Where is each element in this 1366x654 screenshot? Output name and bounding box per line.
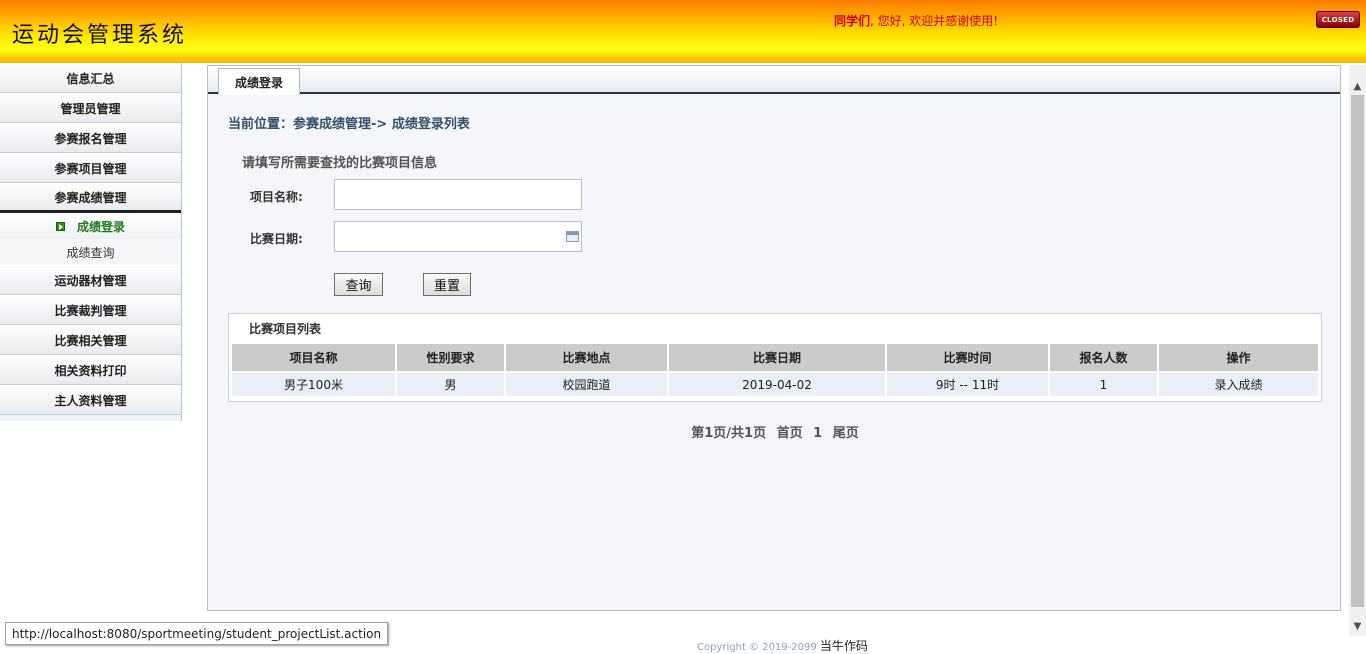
match-date-label: 比赛日期: [250, 232, 303, 246]
sidebar-item-admin[interactable]: 管理员管理 [0, 93, 181, 123]
match-date-input[interactable] [334, 221, 582, 252]
column-header: 比赛日期 [669, 344, 885, 371]
scroll-up-icon[interactable]: ▲ [1352, 81, 1363, 92]
main-panel: 成绩登录 当前位置：参赛成绩管理-> 成绩登录列表 请填写所需要查找的比赛项目信… [207, 65, 1341, 611]
column-header: 操作 [1159, 344, 1318, 371]
column-header: 性别要求 [397, 344, 504, 371]
scrollbar-thumb[interactable] [1351, 95, 1364, 607]
app-title: 运动会管理系统 [12, 23, 188, 48]
close-button[interactable]: CLOSED [1316, 11, 1360, 28]
sidebar-subitem-score-query[interactable]: 成绩查询 [0, 239, 181, 265]
project-name-input[interactable] [334, 179, 582, 210]
footer: Copyright © 2019-2099 当牛作码 [697, 637, 868, 654]
pagination: 第1页/共1页 首页 1 尾页 [208, 422, 1342, 441]
table-cell: 男 [397, 373, 504, 396]
sidebar-item-profile[interactable]: 主人资料管理 [0, 385, 181, 415]
table-header-row: 项目名称 性别要求 比赛地点 比赛日期 比赛时间 报名人数 操作 [232, 344, 1318, 371]
scroll-down-icon[interactable]: ▼ [1352, 621, 1363, 632]
column-header: 比赛地点 [506, 344, 667, 371]
tab-score-entry[interactable]: 成绩登录 [218, 68, 300, 95]
sidebar-item-registration[interactable]: 参赛报名管理 [0, 123, 181, 153]
project-table: 项目名称 性别要求 比赛地点 比赛日期 比赛时间 报名人数 操作 男子100米 … [230, 342, 1320, 398]
header-bar: 运动会管理系统 同学们, 您好, 欢迎并感谢使用! CLOSED [0, 0, 1366, 63]
list-title: 比赛项目列表 [249, 322, 322, 336]
project-name-label: 项目名称: [250, 190, 303, 204]
tab-bar: 成绩登录 [208, 66, 1340, 95]
table-cell: 校园跑道 [506, 373, 667, 396]
breadcrumb: 当前位置：参赛成绩管理-> 成绩登录列表 [228, 117, 470, 132]
calendar-icon[interactable] [566, 231, 579, 242]
column-header: 比赛时间 [887, 344, 1048, 371]
sidebar-item-related[interactable]: 比赛相关管理 [0, 325, 181, 355]
column-header: 报名人数 [1050, 344, 1157, 371]
table-cell: 男子100米 [232, 373, 395, 396]
sidebar-item-equipment[interactable]: 运动器材管理 [0, 265, 181, 295]
sidebar-item-referees[interactable]: 比赛裁判管理 [0, 295, 181, 325]
enter-score-link[interactable]: 录入成绩 [1159, 373, 1318, 396]
query-button[interactable]: 查询 [334, 273, 383, 296]
sidebar-item-projects[interactable]: 参赛项目管理 [0, 153, 181, 183]
page-info: 第1页/共1页 [691, 426, 767, 441]
project-list-panel: 比赛项目列表 项目名称 性别要求 比赛地点 比赛日期 比赛时间 报名人数 操作 … [228, 313, 1322, 402]
sidebar: 信息汇总 管理员管理 参赛报名管理 参赛项目管理 参赛成绩管理 成绩登录 成绩查… [0, 63, 182, 421]
first-page-link[interactable]: 首页 [777, 426, 803, 441]
welcome-text: , 您好, 欢迎并感谢使用! [870, 14, 999, 28]
form-title: 请填写所需要查找的比赛项目信息 [242, 156, 438, 171]
table-row: 男子100米 男 校园跑道 2019-04-02 9时 -- 11时 1 录入成… [232, 373, 1318, 396]
welcome-message: 同学们, 您好, 欢迎并感谢使用! [834, 12, 998, 29]
sidebar-subitem-score-entry[interactable]: 成绩登录 [0, 213, 181, 239]
sidebar-item-scores[interactable]: 参赛成绩管理 [0, 183, 181, 213]
page-number-link[interactable]: 1 [813, 426, 822, 441]
sidebar-subitem-label: 成绩登录 [76, 219, 125, 234]
arrow-right-icon [55, 221, 65, 231]
author-name: 当牛作码 [819, 639, 868, 653]
table-cell: 9时 -- 11时 [887, 373, 1048, 396]
welcome-user: 同学们 [834, 14, 871, 28]
last-page-link[interactable]: 尾页 [833, 426, 859, 441]
table-cell: 1 [1050, 373, 1157, 396]
sidebar-item-print[interactable]: 相关资料打印 [0, 355, 181, 385]
table-cell: 2019-04-02 [669, 373, 885, 396]
reset-button[interactable]: 重置 [423, 273, 471, 296]
vertical-scrollbar[interactable]: ▲ ▼ [1349, 65, 1366, 636]
copyright-text: Copyright © 2019-2099 [697, 642, 817, 653]
sidebar-item-info-summary[interactable]: 信息汇总 [0, 63, 181, 93]
status-url-tooltip: http://localhost:8080/sportmeeting/stude… [5, 622, 389, 645]
column-header: 项目名称 [232, 344, 395, 371]
